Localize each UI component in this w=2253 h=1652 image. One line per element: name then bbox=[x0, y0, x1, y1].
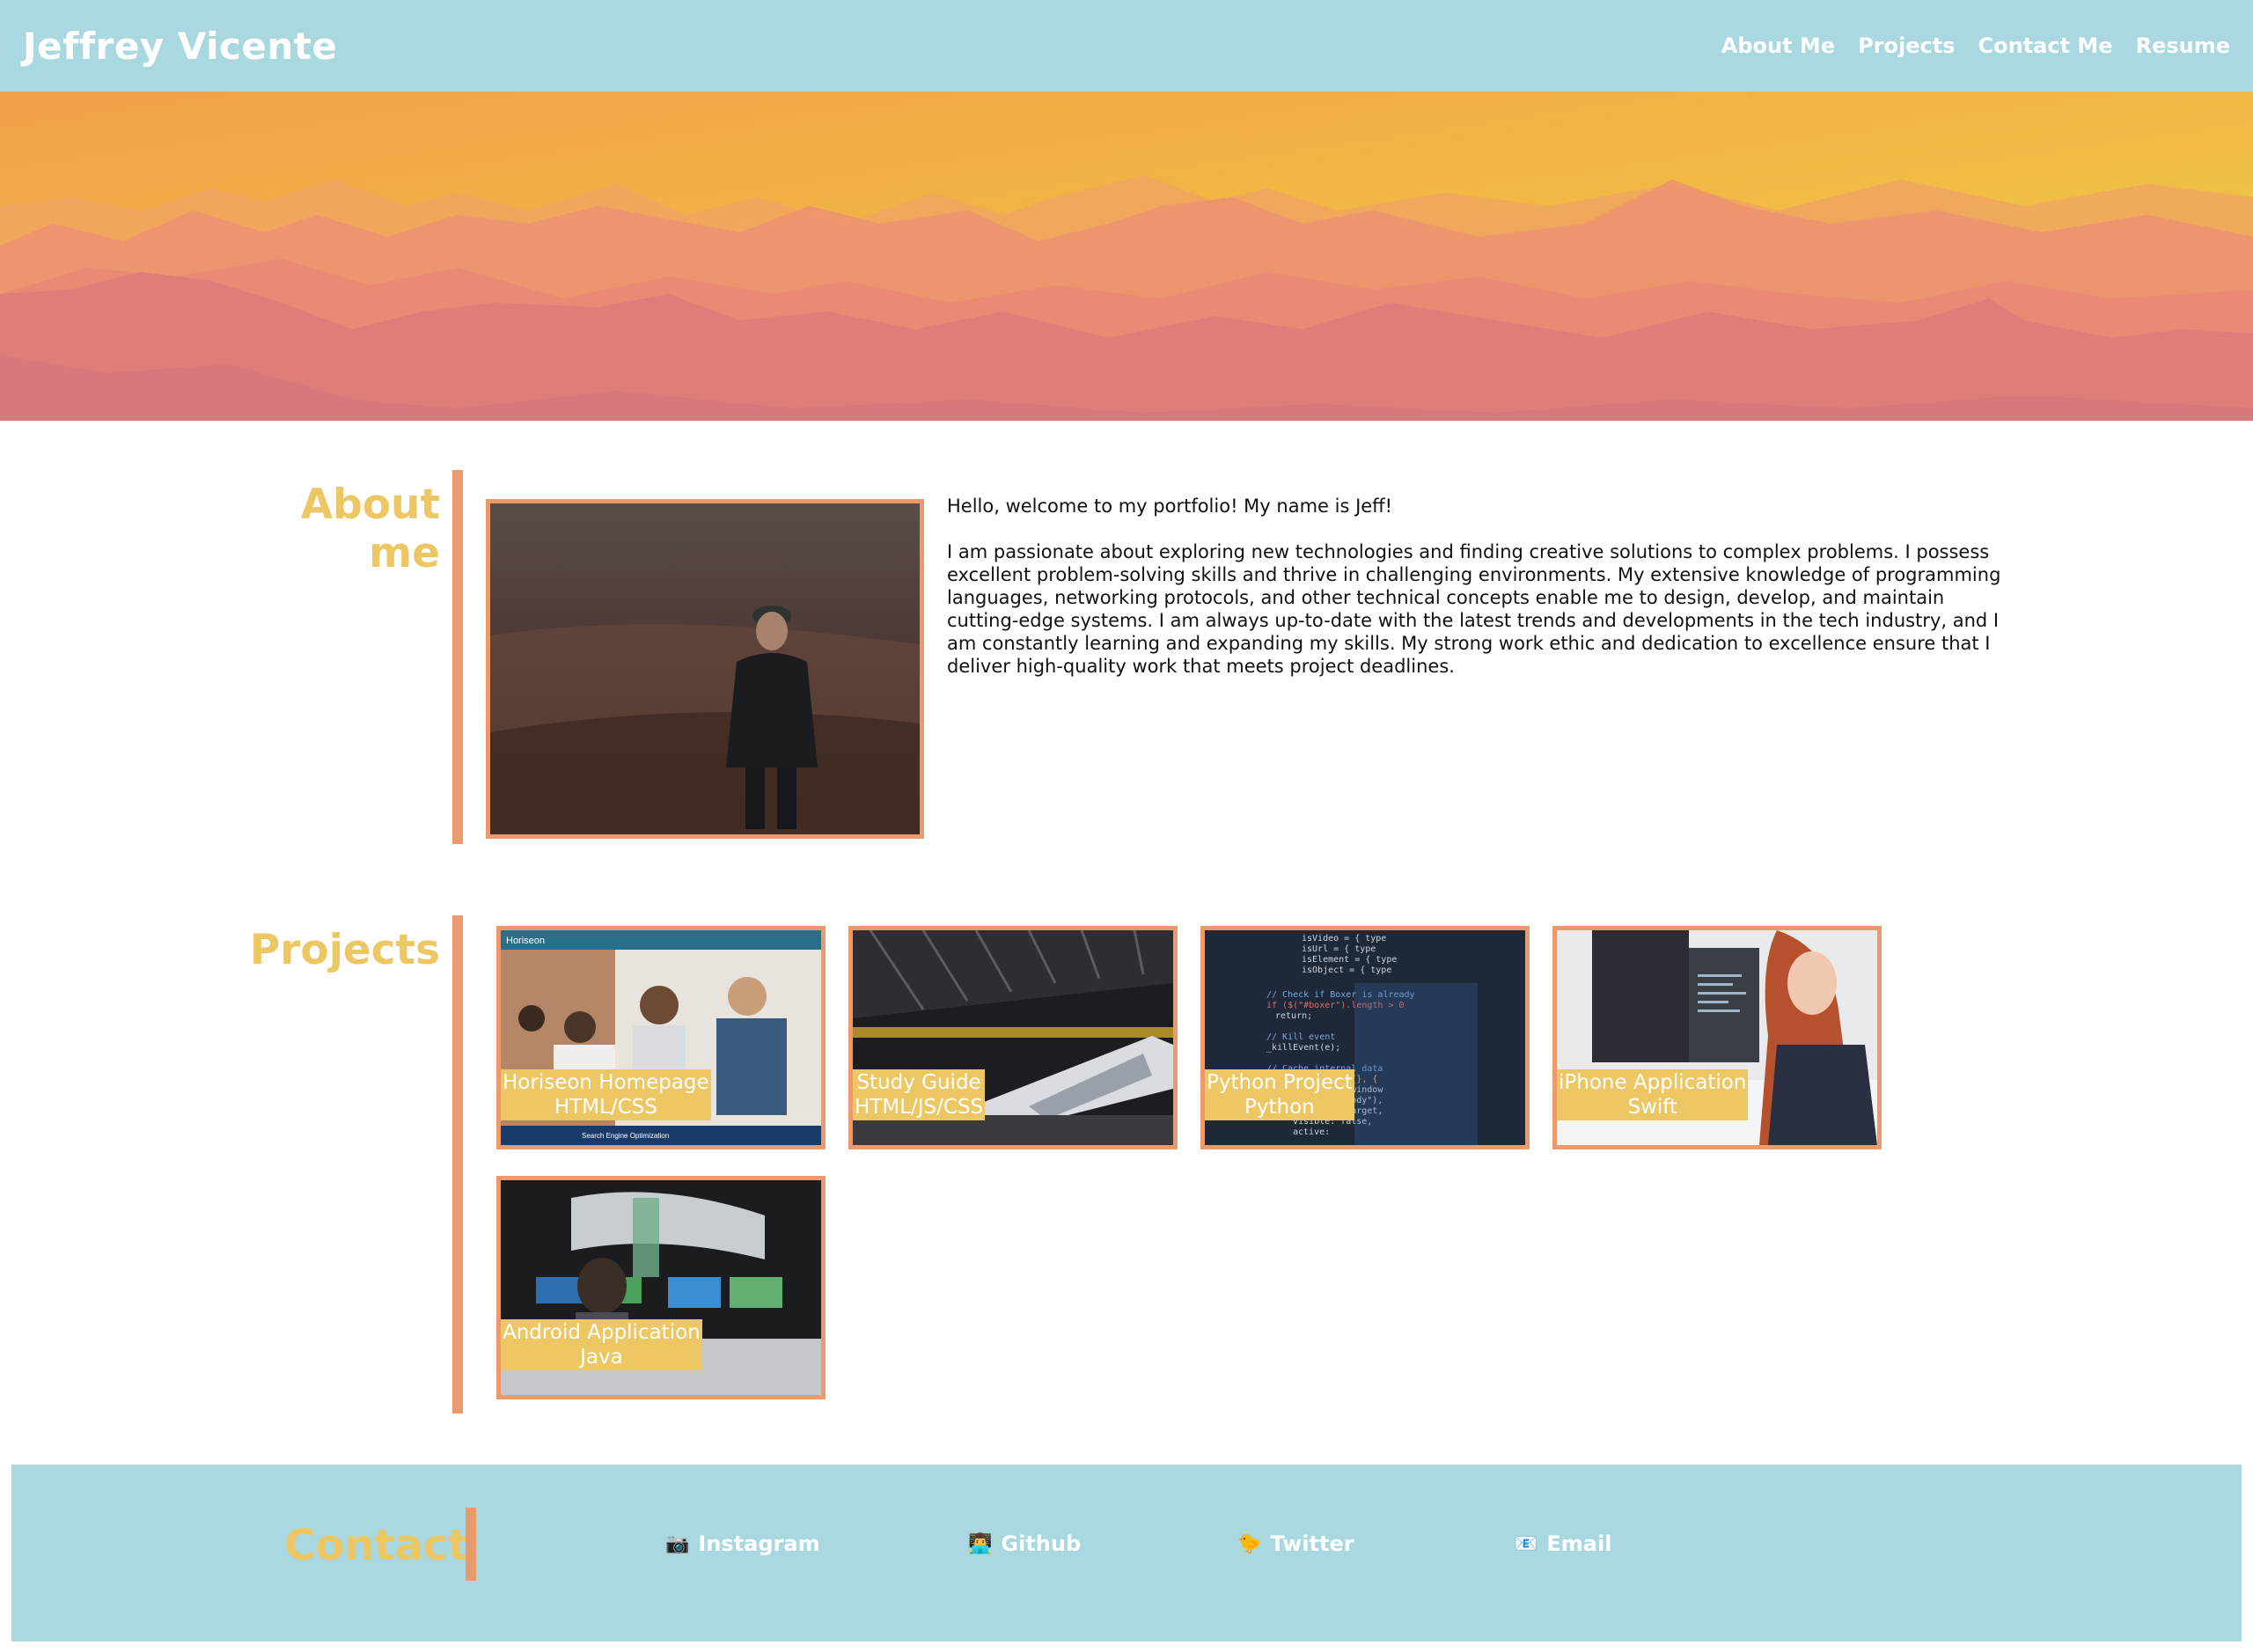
project-label: Python Project Python bbox=[1205, 1069, 1354, 1120]
mountain-sunset-image bbox=[0, 92, 2253, 421]
svg-text:isObject = { type: isObject = { type bbox=[1302, 966, 1391, 975]
horiseon-logo-text: Horiseon bbox=[506, 936, 545, 946]
nav-projects[interactable]: Projects bbox=[1858, 33, 1955, 58]
project-tech: Java bbox=[580, 1346, 623, 1369]
project-title: Android Application bbox=[503, 1321, 701, 1344]
project-tech: HTML/CSS bbox=[554, 1096, 657, 1119]
github-link[interactable]: 👨‍💻 Github bbox=[968, 1531, 1081, 1556]
project-card-horiseon[interactable]: Horiseon Search Engine Optimization Hori… bbox=[496, 926, 826, 1149]
email-link[interactable]: 📧 Email bbox=[1514, 1531, 1611, 1556]
project-title: Python Project bbox=[1207, 1071, 1353, 1094]
svg-text:isElement = { type: isElement = { type bbox=[1302, 955, 1397, 965]
site-header: Jeffrey Vicente About Me Projects Contac… bbox=[0, 0, 2253, 92]
about-divider bbox=[452, 470, 463, 844]
contact-divider bbox=[466, 1508, 476, 1581]
contact-heading: Contact bbox=[284, 1521, 469, 1570]
svg-text:_killEvent(e);: _killEvent(e); bbox=[1266, 1043, 1340, 1053]
project-card-python[interactable]: isVideo = { type isUrl = { type isElemen… bbox=[1200, 926, 1530, 1149]
project-label: iPhone Application Swift bbox=[1557, 1069, 1749, 1120]
project-tech: Swift bbox=[1627, 1096, 1677, 1119]
svg-text:// Kill event: // Kill event bbox=[1266, 1032, 1335, 1042]
project-label: Horiseon Homepage HTML/CSS bbox=[501, 1069, 711, 1120]
camera-icon: 📷 bbox=[665, 1532, 690, 1555]
svg-text:active:: active: bbox=[1293, 1127, 1330, 1137]
project-label: Study Guide HTML/JS/CSS bbox=[853, 1069, 986, 1120]
main-nav: About Me Projects Contact Me Resume bbox=[1721, 33, 2230, 58]
instagram-label: Instagram bbox=[698, 1531, 820, 1556]
github-label: Github bbox=[1001, 1531, 1082, 1556]
hero-banner bbox=[0, 92, 2253, 421]
svg-text:isVideo = { type: isVideo = { type bbox=[1302, 934, 1386, 943]
email-label: Email bbox=[1546, 1531, 1612, 1556]
svg-text:isUrl = { type: isUrl = { type bbox=[1302, 944, 1376, 954]
profile-photo bbox=[486, 499, 924, 839]
instagram-link[interactable]: 📷 Instagram bbox=[665, 1531, 820, 1556]
project-tech: HTML/JS/CSS bbox=[855, 1096, 984, 1119]
project-title: iPhone Application bbox=[1559, 1071, 1747, 1094]
about-heading: About me bbox=[300, 481, 440, 577]
about-intro: Hello, welcome to my portfolio! My name … bbox=[947, 496, 1393, 517]
nav-about-me[interactable]: About Me bbox=[1721, 33, 1835, 58]
project-card-study-guide[interactable]: Study Guide HTML/JS/CSS bbox=[848, 926, 1178, 1149]
about-text: Hello, welcome to my portfolio! My name … bbox=[947, 495, 2021, 701]
about-body: I am passionate about exploring new tech… bbox=[947, 541, 2001, 677]
projects-heading: Projects bbox=[249, 926, 440, 974]
project-title: Study Guide bbox=[856, 1071, 981, 1094]
bird-icon: 🐤 bbox=[1237, 1532, 1262, 1555]
site-title[interactable]: Jeffrey Vicente bbox=[23, 25, 337, 68]
project-card-iphone[interactable]: iPhone Application Swift bbox=[1552, 926, 1882, 1149]
project-tech: Python bbox=[1244, 1096, 1315, 1119]
nav-contact-me[interactable]: Contact Me bbox=[1978, 33, 2113, 58]
project-card-android[interactable]: Android Application Java bbox=[496, 1176, 826, 1399]
nav-resume[interactable]: Resume bbox=[2136, 33, 2230, 58]
person-on-hill-image bbox=[490, 503, 920, 834]
twitter-link[interactable]: 🐤 Twitter bbox=[1237, 1531, 1354, 1556]
mail-icon: 📧 bbox=[1514, 1532, 1538, 1555]
project-label: Android Application Java bbox=[501, 1319, 702, 1370]
svg-text:return;: return; bbox=[1275, 1011, 1312, 1021]
project-title: Horiseon Homepage bbox=[503, 1071, 709, 1094]
projects-divider bbox=[452, 915, 463, 1413]
horiseon-banner-text: Search Engine Optimization bbox=[582, 1132, 669, 1140]
twitter-label: Twitter bbox=[1270, 1531, 1354, 1556]
person-icon: 👨‍💻 bbox=[968, 1532, 993, 1555]
